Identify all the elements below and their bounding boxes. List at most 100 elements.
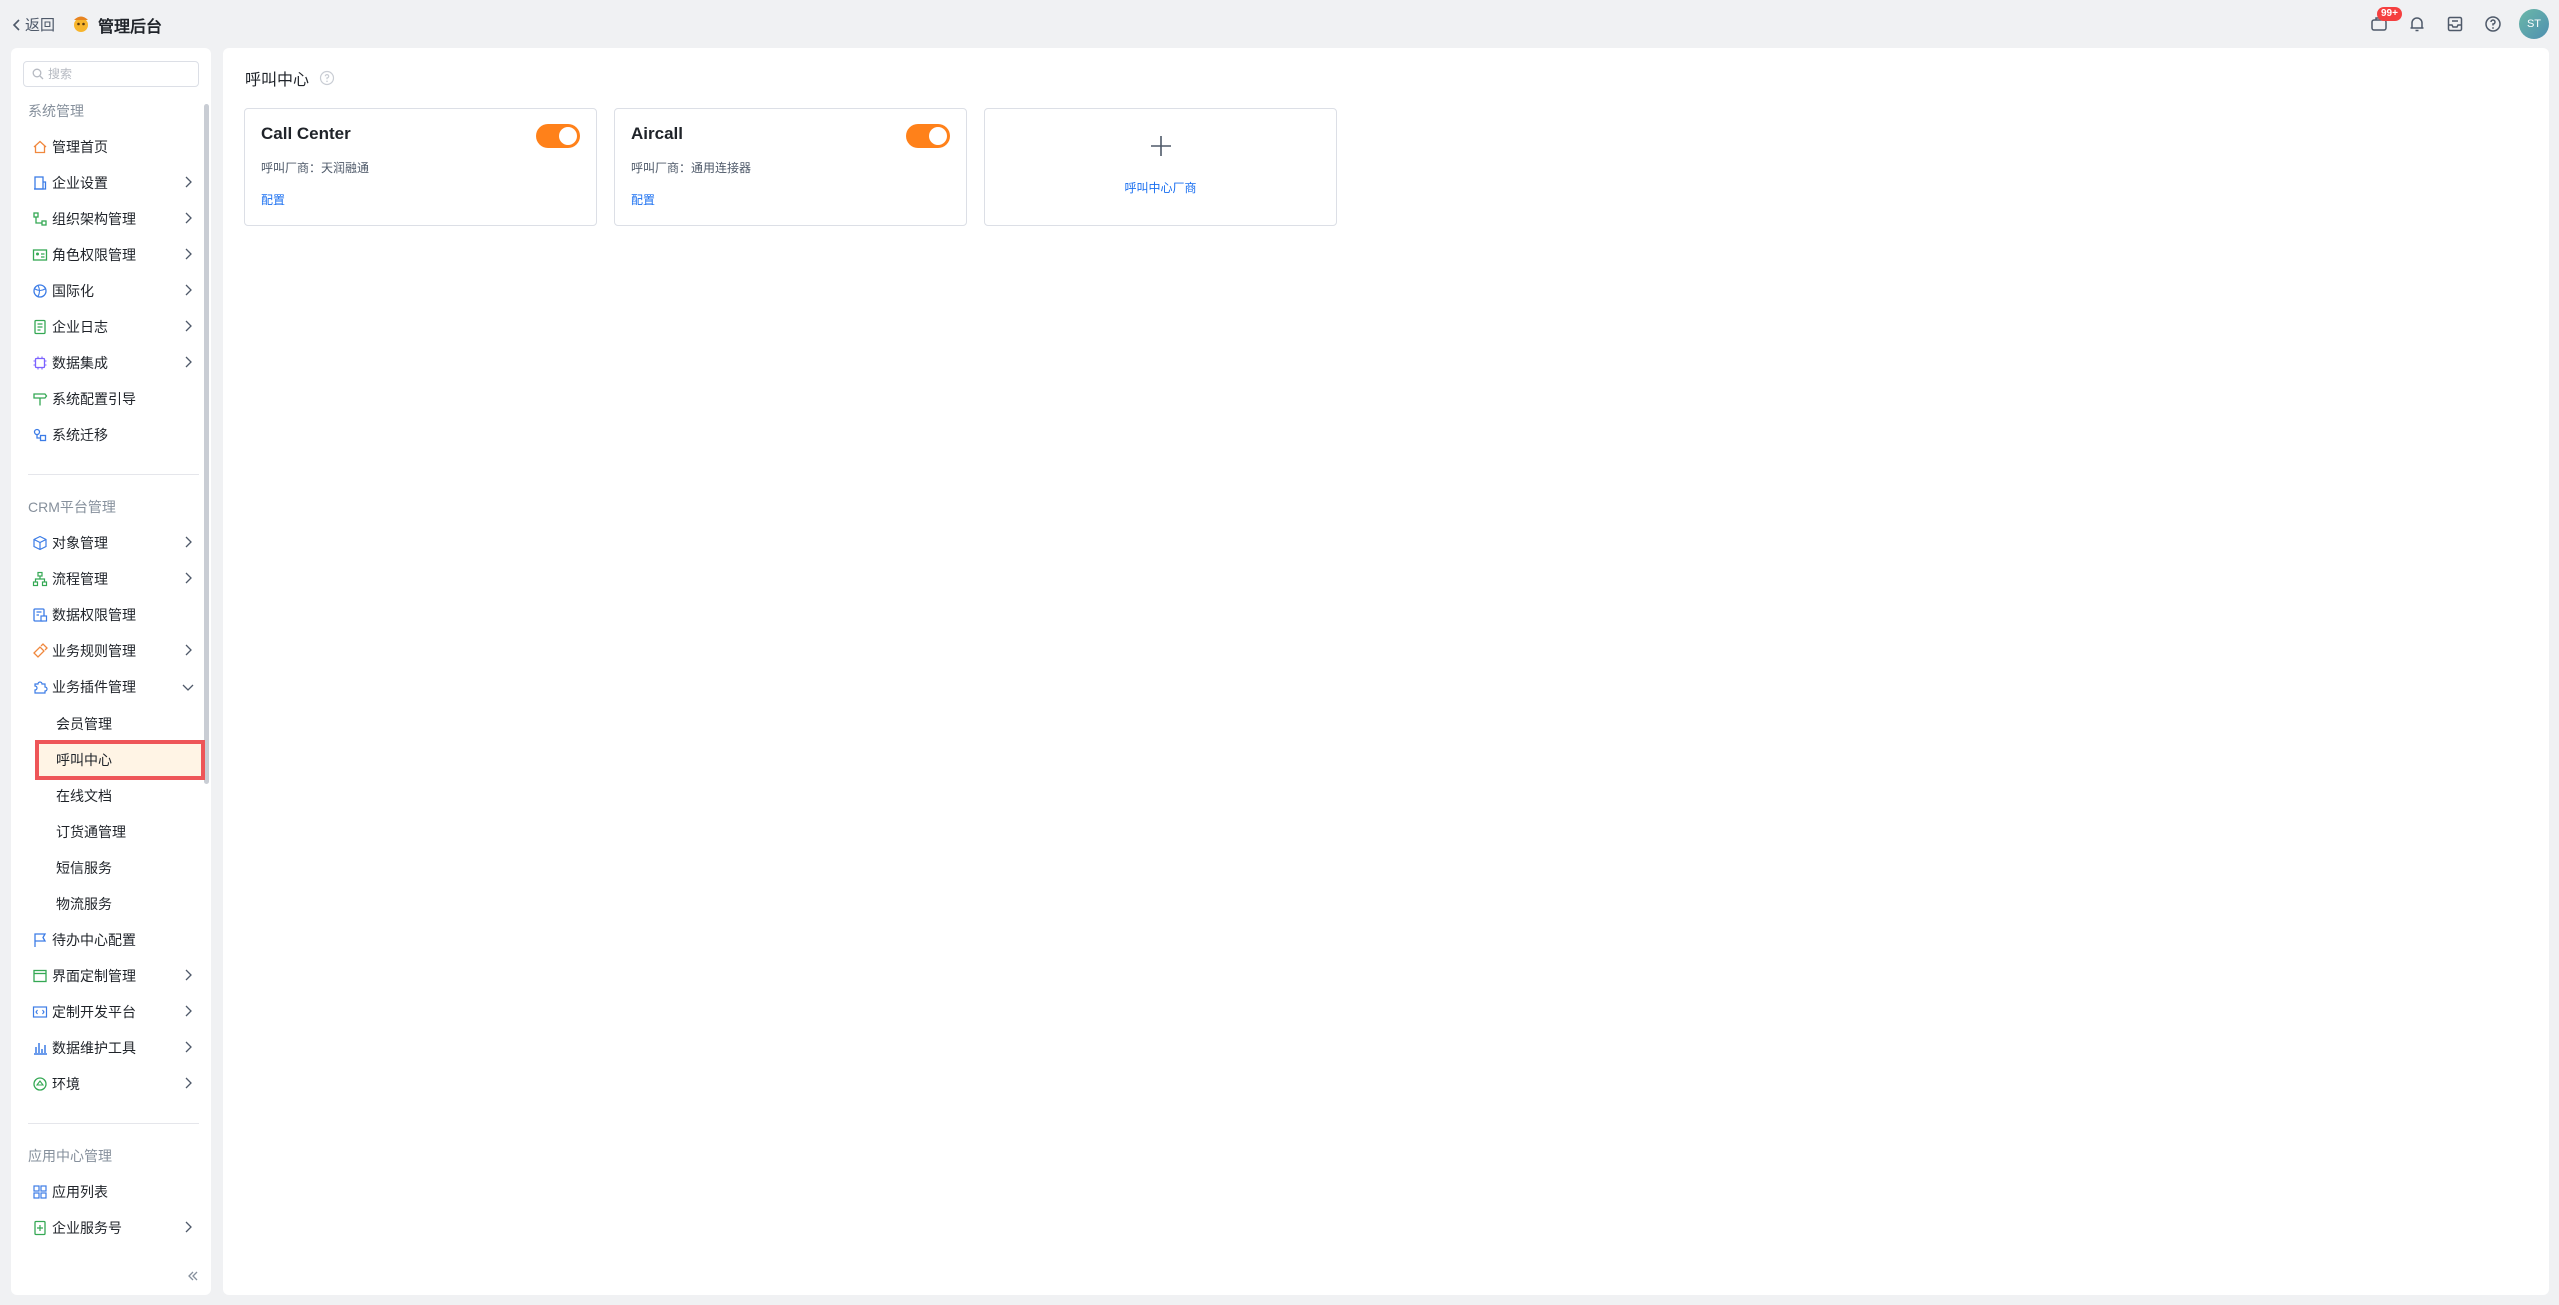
chevron-right-icon (185, 212, 192, 224)
plus-icon (1150, 136, 1171, 156)
configure-link[interactable]: 配置 (631, 191, 655, 208)
help-icon (2485, 16, 2501, 32)
sidebar-item-label: 管理首页 (52, 139, 108, 155)
home-icon (32, 139, 48, 155)
sidebar-item-app-list[interactable]: 应用列表 (28, 1178, 198, 1206)
sidebar-item-enterprise-settings[interactable]: 企业设置 (28, 169, 198, 197)
app-logo-icon (74, 16, 88, 32)
group-title-app: 应用中心管理 (28, 1148, 112, 1164)
flow-icon (32, 571, 48, 587)
sidebar-item-plugins[interactable]: 业务插件管理 (28, 673, 198, 701)
add-vendor-card[interactable]: 呼叫中心厂商 (984, 108, 1337, 226)
inbox-button[interactable] (2439, 8, 2471, 40)
sidebar-item-home[interactable]: 管理首页 (28, 133, 198, 161)
code-icon (32, 1004, 48, 1020)
log-icon (32, 319, 48, 335)
chevron-right-icon (185, 284, 192, 296)
chevron-right-icon (185, 536, 192, 548)
sidebar-item-label: 对象管理 (52, 535, 108, 551)
bell-icon (2410, 17, 2424, 32)
sidebar-item-i18n[interactable]: 国际化 (28, 277, 198, 305)
sidebar-item-label: 业务规则管理 (52, 643, 136, 659)
service-icon (32, 1220, 48, 1236)
sidebar-item-data-permission[interactable]: 数据权限管理 (28, 601, 198, 629)
building-icon (32, 175, 48, 191)
page-title: 呼叫中心 (245, 72, 310, 89)
sidebar-search[interactable] (23, 61, 199, 87)
add-vendor-label: 呼叫中心厂商 (1124, 181, 1197, 195)
card-vendor: 呼叫厂商：通用连接器 (631, 161, 752, 175)
enable-toggle[interactable] (906, 124, 950, 148)
card-title: Call Center (261, 124, 351, 143)
sidebar-divider (28, 474, 199, 475)
chevron-right-icon (185, 572, 192, 584)
sidebar: 系统管理 管理首页 企业设置 组织架构管理 角色权限管理 国际化 企业日志 数据… (11, 48, 211, 1295)
sidebar-item-ui-custom[interactable]: 界面定制管理 (28, 962, 198, 990)
sidebar-subitem-logistics[interactable]: 物流服务 (28, 889, 198, 919)
app-title: 管理后台 (98, 19, 163, 36)
sidebar-item-label: 定制开发平台 (52, 1004, 136, 1020)
group-title-system: 系统管理 (28, 103, 84, 119)
sidebar-subitem-ordering[interactable]: 订货通管理 (28, 817, 198, 847)
sidebar-subitem-label: 会员管理 (56, 716, 112, 732)
sidebar-item-todo-config[interactable]: 待办中心配置 (28, 926, 198, 954)
sidebar-item-environment[interactable]: 环境 (28, 1070, 198, 1098)
search-icon (32, 68, 44, 80)
sidebar-item-dev-platform[interactable]: 定制开发平台 (28, 998, 198, 1026)
notifications-button[interactable] (2401, 8, 2433, 40)
avatar[interactable]: ST (2519, 9, 2549, 39)
sidebar-item-label: 系统配置引导 (52, 391, 136, 407)
globe-icon (32, 283, 48, 299)
sidebar-scrollbar[interactable] (204, 104, 209, 784)
chevron-right-icon (185, 1041, 192, 1053)
back-button[interactable]: 返回 (12, 14, 55, 35)
sidebar-item-roles[interactable]: 角色权限管理 (28, 241, 198, 269)
chevron-down-icon (182, 684, 194, 691)
plugin-icon (32, 679, 48, 695)
notification-badge: 99+ (2377, 7, 2402, 21)
sidebar-item-label: 企业日志 (52, 319, 108, 335)
main-content: 呼叫中心 Call Center 呼叫厂商：天润融通 配置 Aircall 呼叫… (223, 48, 2549, 1295)
search-input[interactable] (48, 67, 188, 81)
collapse-sidebar-button[interactable] (187, 1269, 199, 1287)
sidebar-item-label: 企业服务号 (52, 1220, 122, 1236)
sidebar-item-label: 界面定制管理 (52, 968, 136, 984)
enable-toggle[interactable] (536, 124, 580, 148)
chip-icon (32, 355, 48, 371)
sidebar-subitem-label: 呼叫中心 (56, 752, 112, 768)
help-circle-icon[interactable] (319, 70, 335, 86)
sidebar-item-data-tools[interactable]: 数据维护工具 (28, 1034, 198, 1062)
layout-icon (32, 968, 48, 984)
back-label: 返回 (25, 17, 56, 34)
sidebar-item-business-rules[interactable]: 业务规则管理 (28, 637, 198, 665)
page-title-row: 呼叫中心 (245, 66, 335, 90)
sidebar-item-objects[interactable]: 对象管理 (28, 529, 198, 557)
sidebar-item-logs[interactable]: 企业日志 (28, 313, 198, 341)
bar-chart-icon (32, 1040, 48, 1056)
configure-link[interactable]: 配置 (261, 191, 285, 208)
plus-icon-wrap (985, 135, 1336, 157)
sidebar-subitem-membership[interactable]: 会员管理 (28, 709, 198, 739)
sidebar-item-migration[interactable]: 系统迁移 (28, 421, 198, 449)
help-button[interactable] (2477, 8, 2509, 40)
sidebar-subitem-call-center[interactable]: 呼叫中心 (35, 740, 205, 780)
tasks-button[interactable]: 99+ (2363, 7, 2402, 40)
chevron-right-icon (185, 969, 192, 981)
cube-icon (32, 535, 48, 551)
flag-icon (32, 932, 48, 948)
chevron-left-icon (12, 18, 20, 31)
sidebar-item-label: 国际化 (52, 283, 94, 299)
migrate-icon (32, 427, 48, 443)
sidebar-item-service-account[interactable]: 企业服务号 (28, 1214, 198, 1242)
sidebar-item-data-integration[interactable]: 数据集成 (28, 349, 198, 377)
sidebar-subitem-sms[interactable]: 短信服务 (28, 853, 198, 883)
sidebar-item-org[interactable]: 组织架构管理 (28, 205, 198, 233)
toggle-knob (929, 127, 947, 145)
sidebar-item-label: 组织架构管理 (52, 211, 136, 227)
double-chevron-left-icon (188, 1271, 198, 1281)
sidebar-item-label: 数据维护工具 (52, 1040, 136, 1056)
sidebar-item-process[interactable]: 流程管理 (28, 565, 198, 593)
sidebar-item-config-guide[interactable]: 系统配置引导 (28, 385, 198, 413)
chevron-right-icon (185, 1221, 192, 1233)
sidebar-subitem-online-docs[interactable]: 在线文档 (28, 781, 198, 811)
